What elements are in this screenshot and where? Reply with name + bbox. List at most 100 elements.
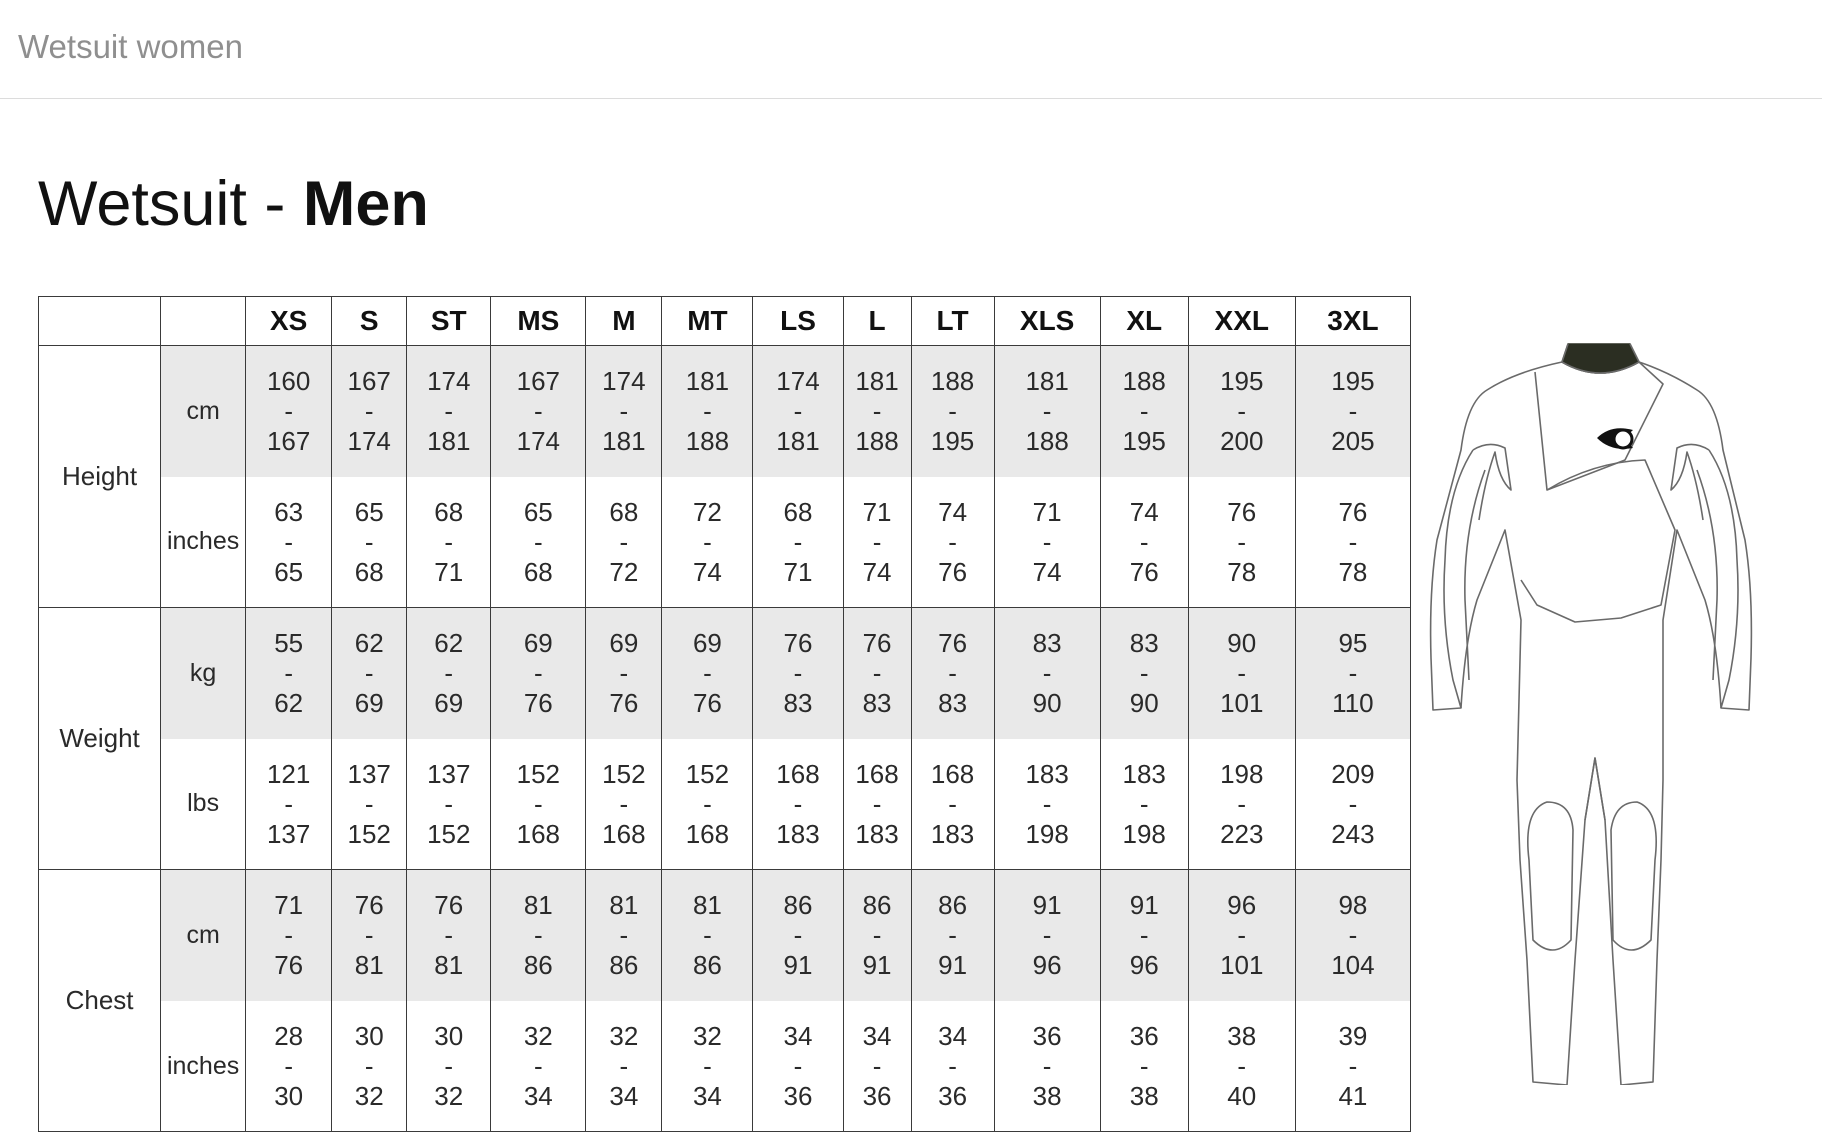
range-max: 91 [862,950,892,981]
range-min: 76 [862,628,892,659]
range-max: 198 [1122,818,1166,849]
unit-label-text: kg [189,658,217,687]
range-max: 32 [434,1080,464,1111]
range-separator: - [619,526,629,557]
size-range-cell: 32-34 [585,1000,663,1132]
unit-label: cm [160,869,247,1001]
size-range-cell: 76-81 [331,869,408,1001]
unit-label-text: cm [186,396,220,425]
range-separator: - [1348,658,1358,689]
range-min: 76 [783,628,813,659]
range-max: 86 [609,950,639,981]
page-title-prefix: Wetsuit - [38,169,303,239]
range-max: 76 [609,688,639,719]
range-max: 74 [1032,556,1062,587]
size-range-cell: 30-32 [331,1000,408,1132]
wetsuit-icon [1429,343,1753,1085]
range-max: 83 [938,688,968,719]
range-min: 65 [354,496,384,527]
size-chart-table: XS S ST MS M MT LS L LT XLS XL XXL 3XL Height cm 160-1… [37,296,1412,1132]
range-max: 62 [274,688,304,719]
range-separator: - [948,1050,957,1081]
size-range-cell: 195-205 [1294,345,1412,477]
unit-label: inches [160,476,247,608]
range-max: 83 [783,688,813,719]
unit-label: kg [160,607,247,739]
range-min: 71 [274,890,304,921]
range-max: 86 [523,950,553,981]
accordion-title-wetsuit-women[interactable]: Wetsuit women [18,28,243,66]
size-range-cell: 188-195 [910,345,995,477]
range-separator: - [872,788,882,819]
range-separator: - [284,788,293,819]
size-range-cell: 152-168 [585,738,663,870]
size-range-cell: 68-71 [406,476,492,608]
range-separator: - [619,396,629,427]
range-max: 34 [692,1080,722,1111]
size-range-cell: 71-74 [993,476,1101,608]
range-max: 188 [685,426,730,457]
range-min: 137 [347,758,391,789]
range-max: 68 [354,556,384,587]
range-max: 181 [427,426,471,457]
size-header-st: ST [406,296,492,346]
range-min: 62 [354,628,384,659]
size-row-chest-inches: inches 28-30 30-32 30-32 32-34 32-34 32-34 34-3… [39,1000,1412,1132]
range-separator: - [284,1050,293,1081]
range-separator: - [1139,396,1149,427]
range-max: 168 [516,818,560,849]
range-min: 32 [609,1020,639,1051]
range-max: 183 [855,818,899,849]
range-min: 195 [1331,366,1375,397]
range-separator: - [444,788,454,819]
range-separator: - [1042,920,1052,951]
group-label-height: Height [37,345,162,608]
range-separator: - [533,788,543,819]
range-separator: - [872,920,882,951]
range-min: 86 [783,890,813,921]
range-min: 32 [692,1020,722,1051]
range-separator: - [1237,658,1247,689]
size-range-cell: 174-181 [406,345,492,477]
size-range-cell: 167-174 [490,345,587,477]
range-separator: - [619,920,629,951]
range-separator: - [1139,658,1149,689]
range-min: 83 [1032,628,1062,659]
range-min: 181 [855,366,899,397]
range-max: 71 [783,556,813,587]
range-min: 68 [783,496,813,527]
range-max: 152 [427,818,471,849]
size-row-chest-cm: Chest cm 71-76 76-81 76-81 81-86 81-86 81-86 86-… [37,869,1412,1132]
size-header-ls: LS [752,296,844,346]
range-separator: - [703,788,712,819]
range-min: 65 [523,496,553,527]
size-range-cell: 76-78 [1294,476,1412,608]
size-range-cell: 95-110 [1294,607,1412,739]
range-max: 96 [1032,950,1062,981]
unit-label: cm [160,345,247,477]
size-range-cell: 86-91 [842,869,912,1001]
range-separator: - [872,1050,882,1081]
size-range-cell: 174-181 [585,345,663,477]
range-separator: - [1348,1050,1358,1081]
size-range-cell: 198-223 [1187,738,1296,870]
range-separator: - [444,526,454,557]
range-max: 183 [776,818,820,849]
range-max: 200 [1220,426,1264,457]
range-min: 86 [938,890,968,921]
range-separator: - [948,396,957,427]
range-min: 72 [692,496,722,527]
size-range-cell: 76-83 [752,607,844,739]
range-max: 188 [1025,426,1069,457]
range-max: 183 [930,818,975,849]
size-range-cell: 121-137 [245,738,333,870]
range-min: 32 [523,1020,553,1051]
range-max: 83 [862,688,892,719]
size-range-cell: 32-34 [661,1000,754,1132]
range-separator: - [444,396,454,427]
range-separator: - [444,1050,454,1081]
group-label-weight: Weight [37,607,162,870]
range-max: 223 [1220,818,1264,849]
range-max: 30 [274,1080,304,1111]
range-separator: - [872,396,882,427]
